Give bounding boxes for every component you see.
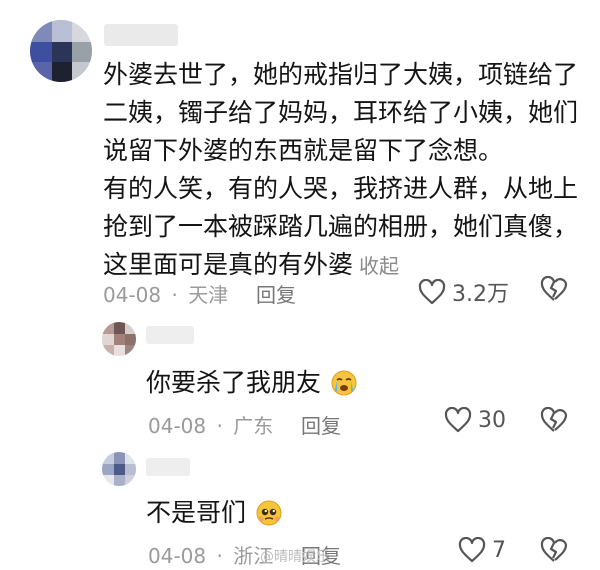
dislike-button[interactable] bbox=[540, 536, 568, 567]
comment-line: 抢到了一本被踩踏几遍的相册，她们真傻， bbox=[103, 212, 579, 241]
meta-separator: · bbox=[216, 414, 223, 438]
watermark: @晴晴娱乐 bbox=[260, 549, 330, 565]
heart-icon bbox=[458, 537, 486, 563]
comment-date: 04-08 bbox=[148, 414, 207, 438]
avatar[interactable] bbox=[30, 20, 92, 82]
reply-button[interactable]: 回复 bbox=[301, 410, 341, 439]
comment-body: 你要杀了我朋友 bbox=[146, 364, 357, 402]
comment-line: 有的人笑，有的人哭，我挤进人群，从地上 bbox=[103, 174, 579, 203]
like-count: 3.2万 bbox=[452, 282, 509, 307]
heart-icon bbox=[444, 407, 472, 433]
comment-line: 二姨，镯子给了妈妈，耳环给了小姨，她们 bbox=[103, 98, 579, 127]
broken-heart-icon bbox=[540, 536, 568, 562]
pleading-face-emoji bbox=[256, 500, 282, 526]
username-redacted[interactable] bbox=[146, 458, 190, 476]
comment-date: 04-08 bbox=[103, 283, 162, 307]
broken-heart-icon bbox=[540, 275, 568, 301]
comment-location: 天津 bbox=[188, 283, 229, 307]
username-redacted[interactable] bbox=[104, 24, 178, 46]
heart-icon bbox=[418, 279, 446, 305]
crying-face-emoji bbox=[331, 370, 357, 396]
comment-line-text: 这里面可是真的有外婆 bbox=[103, 250, 354, 279]
comment-date: 04-08 bbox=[148, 544, 207, 568]
comment-text: 不是哥们 bbox=[146, 498, 247, 527]
comment-meta: 04-08 · 广东 bbox=[148, 410, 273, 439]
username-redacted[interactable] bbox=[146, 326, 194, 344]
meta-separator: · bbox=[216, 544, 223, 568]
avatar[interactable] bbox=[102, 322, 136, 356]
comment-meta: 04-08 · 天津 bbox=[103, 279, 228, 308]
like-button[interactable]: 3.2万 bbox=[418, 276, 509, 308]
dislike-button[interactable] bbox=[540, 406, 568, 437]
avatar[interactable] bbox=[102, 452, 136, 486]
reply-button[interactable]: 回复 bbox=[256, 279, 296, 308]
comment-body: 不是哥们 bbox=[146, 494, 282, 532]
comment-meta: 04-08 · 浙江 bbox=[148, 540, 273, 569]
comment-body: 外婆去世了，她的戒指归了大姨，项链给了 二姨，镯子给了妈妈，耳环给了小姨，她们 … bbox=[103, 56, 578, 285]
comment-text: 你要杀了我朋友 bbox=[146, 368, 322, 397]
collapse-button[interactable]: 收起 bbox=[359, 254, 399, 278]
like-button[interactable]: 30 bbox=[444, 407, 506, 433]
meta-separator: · bbox=[171, 283, 178, 307]
comment-line: 外婆去世了，她的戒指归了大姨，项链给了 bbox=[103, 60, 579, 89]
like-count: 30 bbox=[478, 407, 506, 433]
broken-heart-icon bbox=[540, 406, 568, 432]
comment-line: 说留下外婆的东西就是留下了念想。 bbox=[103, 136, 504, 165]
comment-location: 广东 bbox=[233, 414, 274, 438]
dislike-button[interactable] bbox=[540, 275, 568, 306]
like-button[interactable]: 7 bbox=[458, 537, 506, 563]
like-count: 7 bbox=[492, 537, 506, 563]
